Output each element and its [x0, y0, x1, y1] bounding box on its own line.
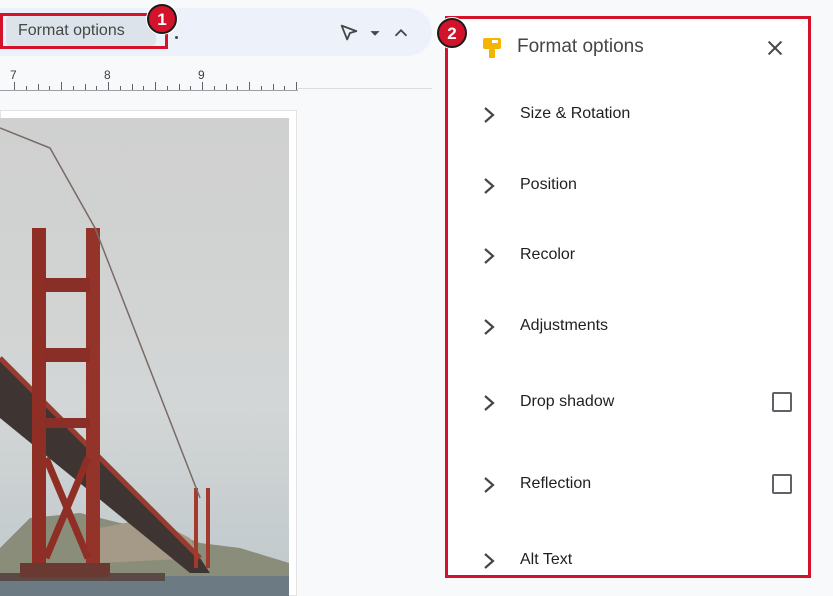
- panel-section-drop-shadow[interactable]: Drop shadow: [447, 383, 810, 423]
- section-label: Reflection: [520, 475, 592, 492]
- ruler-tick: [14, 82, 15, 90]
- bridge-image[interactable]: [0, 118, 289, 596]
- chevron-right-icon[interactable]: [481, 246, 497, 266]
- ruler-label: 9: [198, 68, 205, 82]
- ruler-label: 8: [104, 68, 111, 82]
- ruler-tick: [166, 86, 168, 90]
- horizontal-ruler: 7 8 9: [0, 64, 298, 91]
- more-dot-icon: [175, 36, 178, 39]
- ruler-tick: [260, 86, 262, 90]
- annotation-badge-2: 2: [437, 18, 467, 48]
- ruler-tick: [131, 84, 133, 90]
- ruler-tick: [296, 82, 297, 90]
- ruler-tick: [237, 86, 239, 90]
- ruler-tick: [155, 82, 156, 90]
- ruler-extension: [298, 88, 432, 89]
- section-checkbox[interactable]: [772, 392, 792, 412]
- annotation-highlight-1: [0, 13, 168, 49]
- ruler-tick: [72, 86, 74, 90]
- ruler-tick: [119, 86, 121, 90]
- ruler-tick: [190, 86, 192, 90]
- annotation-badge-1: 1: [147, 4, 177, 34]
- chevron-right-icon[interactable]: [481, 393, 497, 413]
- select-pointer-icon[interactable]: [338, 22, 360, 44]
- ruler-tick: [225, 84, 227, 90]
- ruler-tick: [84, 84, 86, 90]
- panel-section-position[interactable]: Position: [447, 166, 810, 206]
- panel-section-reflection[interactable]: Reflection: [447, 465, 810, 505]
- dropdown-caret-icon[interactable]: [364, 22, 386, 44]
- chevron-right-icon[interactable]: [481, 317, 497, 337]
- chevron-right-icon[interactable]: [481, 105, 497, 125]
- ruler-tick: [284, 86, 286, 90]
- ruler-tick: [61, 82, 62, 90]
- section-label: Drop shadow: [520, 393, 615, 410]
- ruler-tick: [249, 82, 250, 90]
- chevron-up-icon[interactable]: [390, 22, 412, 44]
- section-label: Recolor: [520, 246, 576, 263]
- ruler-tick: [49, 86, 51, 90]
- chevron-right-icon[interactable]: [481, 176, 497, 196]
- ruler-tick: [272, 84, 274, 90]
- panel-section-recolor[interactable]: Recolor: [447, 236, 810, 276]
- section-label: Position: [520, 176, 577, 193]
- ruler-tick: [213, 86, 215, 90]
- section-label: Size & Rotation: [520, 105, 631, 122]
- ruler-tick: [178, 84, 180, 90]
- section-label: Alt Text: [520, 551, 573, 568]
- panel-section-size-rotation[interactable]: Size & Rotation: [447, 95, 810, 135]
- ruler-tick: [108, 82, 109, 90]
- chevron-right-icon[interactable]: [481, 475, 497, 495]
- chevron-right-icon[interactable]: [481, 551, 497, 571]
- ruler-tick: [143, 86, 145, 90]
- ruler-tick: [96, 86, 98, 90]
- panel-section-adjustments[interactable]: Adjustments: [447, 307, 810, 347]
- panel-section-alt-text[interactable]: Alt Text: [447, 541, 810, 581]
- ruler-label: 7: [10, 68, 17, 82]
- section-checkbox[interactable]: [772, 474, 792, 494]
- ruler-tick: [37, 84, 39, 90]
- ruler-tick: [25, 86, 27, 90]
- ruler-tick: [202, 82, 203, 90]
- section-label: Adjustments: [520, 317, 609, 334]
